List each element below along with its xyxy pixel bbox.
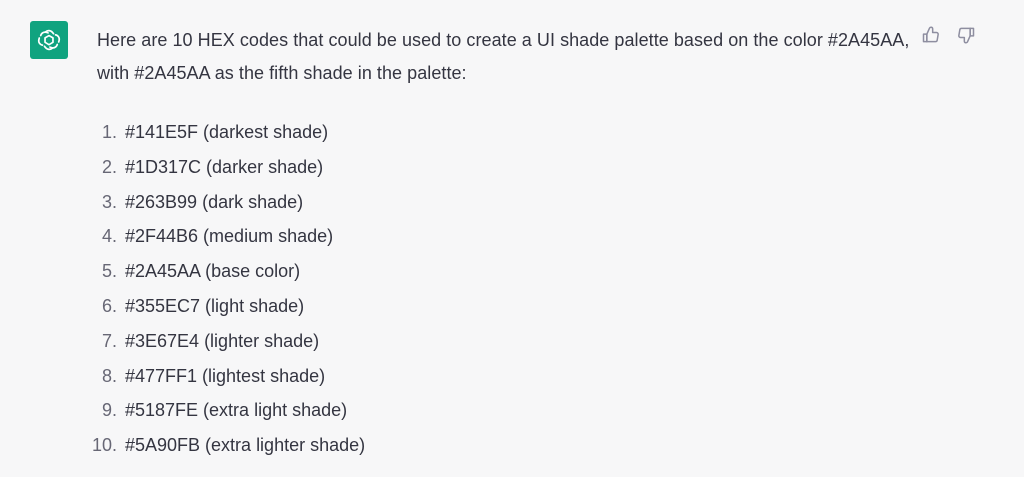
- list-item-number: 2.: [101, 156, 117, 177]
- openai-logo-icon: [37, 29, 61, 51]
- list-item-text: #1D317C (darker shade): [125, 156, 324, 177]
- list-item-text: #263B99 (dark shade): [125, 191, 304, 212]
- list-item: 6. #355EC7 (light shade): [97, 289, 697, 324]
- assistant-message: Here are 10 HEX codes that could be used…: [92, 24, 927, 455]
- list-item: 10. #5A90FB (extra lighter shade): [92, 428, 697, 463]
- list-item: 9. #5187FE (extra light shade): [97, 393, 697, 428]
- feedback-controls: [921, 25, 976, 45]
- list-item: 1. #141E5F (darkest shade): [97, 115, 697, 150]
- list-item-text: #2F44B6 (medium shade): [125, 226, 334, 247]
- list-item-number: 4.: [101, 226, 117, 247]
- list-item-number: 10.: [91, 435, 117, 456]
- list-item-number: 1.: [101, 122, 117, 142]
- shade-list: 1. #141E5F (darkest shade) 2. #1D317C (dark…: [92, 115, 697, 463]
- list-item: 8. #477FF1 (lightest shade): [97, 359, 697, 394]
- list-item-number: 5.: [101, 261, 117, 282]
- list-item-number: 9.: [101, 400, 117, 421]
- thumbs-down-icon[interactable]: [956, 25, 976, 45]
- list-item-number: 8.: [101, 365, 117, 386]
- list-item-text: #3E67E4 (lighter shade): [125, 330, 320, 351]
- list-item-text: #2A45AA (base color): [125, 261, 301, 282]
- list-item-number: 6.: [101, 295, 117, 316]
- message-intro: Here are 10 HEX codes that could be used…: [97, 30, 910, 83]
- list-item-text: #141E5F (darkest shade): [125, 122, 329, 142]
- list-item-text: #477FF1 (lightest shade): [125, 365, 326, 386]
- thumbs-up-icon[interactable]: [921, 25, 941, 45]
- list-item-text: #355EC7 (light shade): [125, 295, 305, 316]
- list-item: 2. #1D317C (darker shade): [97, 150, 697, 185]
- list-item: 5. #2A45AA (base color): [97, 254, 697, 289]
- list-item-text: #5A90FB (extra lighter shade): [125, 435, 366, 456]
- list-item: 7. #3E67E4 (lighter shade): [97, 324, 697, 359]
- list-item: 3. #263B99 (dark shade): [97, 185, 697, 220]
- list-item-number: 7.: [101, 330, 117, 351]
- list-item-text: #5187FE (extra light shade): [125, 400, 348, 421]
- list-item: 4. #2F44B6 (medium shade): [97, 219, 697, 254]
- assistant-avatar: [30, 21, 68, 59]
- list-item-number: 3.: [101, 191, 117, 212]
